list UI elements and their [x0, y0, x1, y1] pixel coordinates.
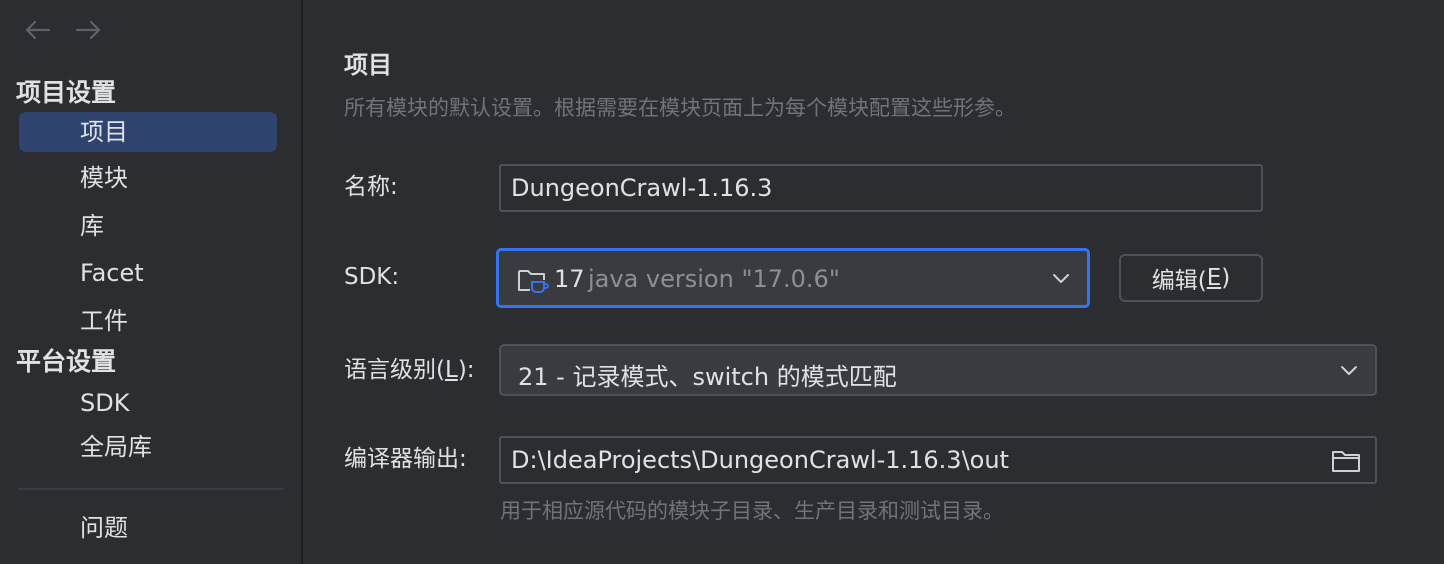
platform-settings-heading: 平台设置: [16, 347, 117, 376]
compiler-output-hint: 用于相应源代码的模块子目录、生产目录和测试目录。: [500, 499, 1004, 523]
main-panel: 项目 所有模块的默认设置。根据需要在模块页面上为每个模块配置这些形参。 名称: …: [303, 0, 1444, 564]
sidebar: 项目设置 项目 模块 库 Facet 工件 平台设置 SDK 全局库 问题: [0, 0, 303, 564]
sidebar-item-libraries[interactable]: 库: [19, 206, 277, 246]
sidebar-item-label: SDK: [80, 389, 130, 417]
arrow-right-icon: [75, 20, 101, 40]
java-folder-icon: [518, 270, 549, 293]
edit-sdk-button[interactable]: 编辑(E): [1119, 254, 1263, 302]
sidebar-item-problems[interactable]: 问题: [19, 508, 277, 548]
edit-button-suffix: ): [1221, 265, 1231, 291]
sidebar-item-label: 工件: [80, 307, 128, 335]
language-level-dropdown[interactable]: 21 - 记录模式、switch 的模式匹配: [499, 344, 1377, 396]
arrow-left-icon: [25, 20, 51, 40]
navigation-arrows: [22, 16, 104, 44]
language-level-label: 语言级别(L):: [344, 355, 475, 385]
sidebar-item-project[interactable]: 项目: [19, 112, 277, 152]
sidebar-item-sdks[interactable]: SDK: [19, 383, 277, 423]
compiler-output-value: D:\IdeaProjects\DungeonCrawl-1.16.3\out: [511, 446, 1009, 474]
name-label: 名称:: [344, 174, 398, 200]
sidebar-divider: [18, 488, 284, 490]
chevron-down-icon: [1053, 274, 1069, 283]
sidebar-item-label: 全局库: [80, 433, 152, 461]
forward-button[interactable]: [74, 16, 104, 44]
folder-icon[interactable]: [1331, 448, 1361, 474]
name-field-value: DungeonCrawl-1.16.3: [511, 174, 773, 202]
sidebar-item-modules[interactable]: 模块: [19, 158, 277, 198]
sidebar-item-label: Facet: [80, 259, 144, 287]
sidebar-item-label: 模块: [80, 164, 128, 192]
sidebar-item-artifacts[interactable]: 工件: [19, 301, 277, 341]
compiler-output-field[interactable]: D:\IdeaProjects\DungeonCrawl-1.16.3\out: [499, 436, 1377, 484]
name-field[interactable]: DungeonCrawl-1.16.3: [499, 164, 1263, 212]
back-button[interactable]: [22, 16, 52, 44]
project-structure-dialog: 项目设置 项目 模块 库 Facet 工件 平台设置 SDK 全局库 问题 项目: [0, 0, 1444, 564]
sdk-detail: java version "17.0.6": [588, 265, 840, 293]
page-title: 项目: [344, 51, 392, 79]
sidebar-item-label: 问题: [80, 514, 128, 542]
language-level-label-mnemonic: L: [444, 357, 458, 383]
edit-button-prefix: 编辑(: [1151, 268, 1207, 294]
sdk-dropdown[interactable]: 17 java version "17.0.6": [496, 248, 1090, 308]
compiler-output-label: 编译器输出:: [344, 446, 467, 472]
sidebar-item-facets[interactable]: Facet: [19, 253, 277, 293]
sdk-label: SDK:: [344, 264, 400, 290]
project-settings-heading: 项目设置: [16, 78, 117, 107]
chevron-down-icon: [1341, 366, 1357, 375]
sidebar-item-label: 项目: [80, 118, 128, 146]
sidebar-item-global-libraries[interactable]: 全局库: [19, 427, 277, 467]
language-level-value: 21 - 记录模式、switch 的模式匹配: [518, 363, 897, 391]
language-level-label-suffix: ):: [457, 357, 475, 383]
sdk-version: 17: [554, 265, 585, 293]
page-description: 所有模块的默认设置。根据需要在模块页面上为每个模块配置这些形参。: [344, 96, 1016, 120]
language-level-label-prefix: 语言级别(: [344, 357, 445, 383]
sidebar-item-label: 库: [80, 212, 104, 240]
edit-button-mnemonic: E: [1206, 265, 1222, 291]
